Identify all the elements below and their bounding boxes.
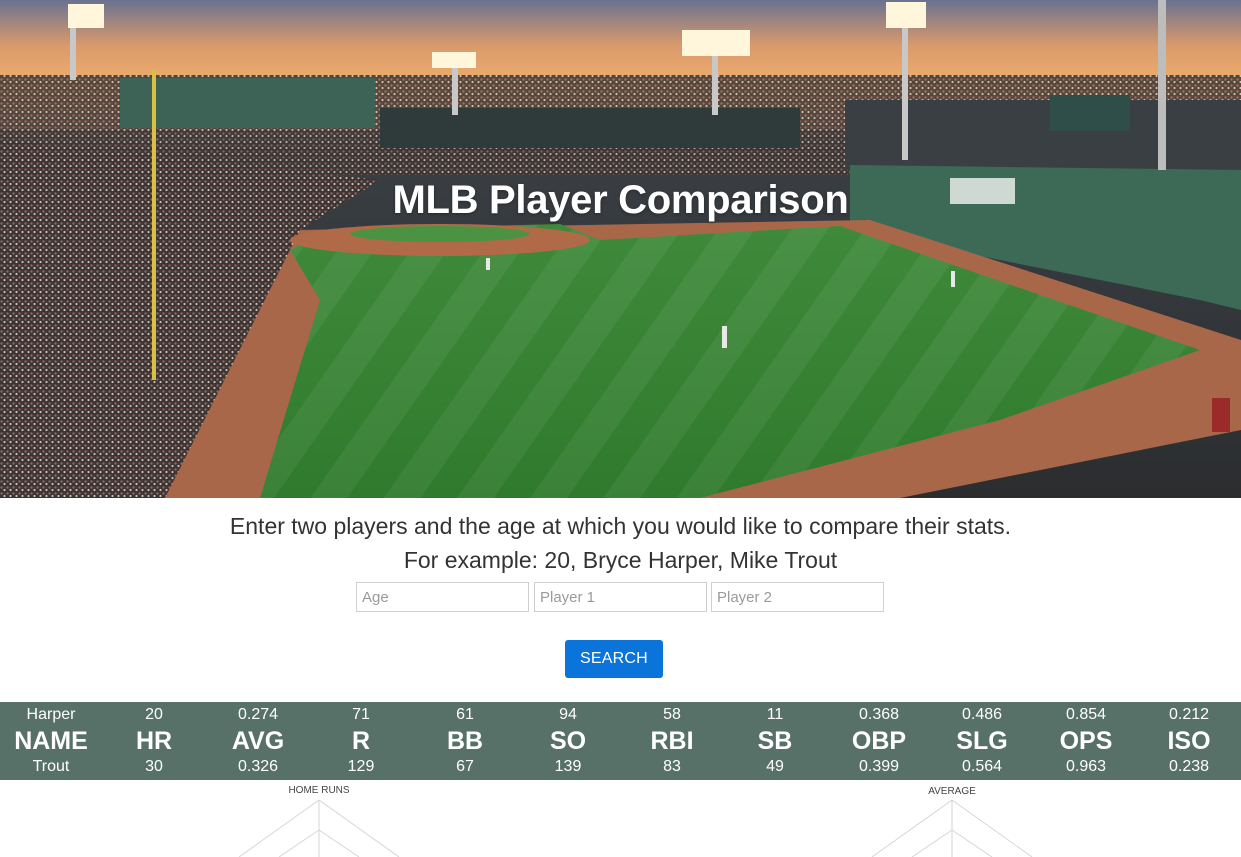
average-chart-label: AVERAGE [928, 786, 976, 797]
stat-header: HR [135, 727, 173, 755]
player1-stat-value: 20 [145, 706, 163, 723]
stat-header: AVG [231, 727, 285, 755]
stat-column-bb: 61 BB 67 [413, 702, 517, 780]
stat-column-hr: 20 HR 30 [102, 702, 206, 780]
stat-header: SLG [956, 727, 1008, 755]
player1-stat-value: 71 [352, 706, 370, 723]
age-input[interactable] [356, 582, 529, 612]
stat-header: R [351, 727, 371, 755]
player2-stat-value: 83 [663, 758, 681, 775]
stat-column-sb: 11 SB 49 [723, 702, 827, 780]
player2-stat-value: 67 [456, 758, 474, 775]
player2-stat-value: 129 [347, 758, 375, 775]
instructions-text: Enter two players and the age at which y… [229, 513, 1012, 539]
stat-column-avg: 0.274 AVG 0.326 [206, 702, 310, 780]
stats-comparison-band: Harper NAME Trout 20 HR 30 0.274 AVG 0.326 71 R 129… [0, 702, 1241, 780]
stat-column-ops: 0.854 OPS 0.963 [1034, 702, 1138, 780]
player2-stat-value: 0.399 [858, 758, 900, 775]
player2-stat-value: 0.238 [1168, 758, 1210, 775]
home-runs-chart-label: HOME RUNS [288, 785, 350, 796]
stat-column-iso: 0.212 ISO 0.238 [1137, 702, 1241, 780]
hero-banner: MLB Player Comparison [0, 0, 1241, 498]
player1-stat-value: 0.212 [1168, 706, 1210, 723]
player2-stat-value: 139 [554, 758, 582, 775]
stat-column-so: 94 SO 139 [516, 702, 620, 780]
stat-column-name: Harper NAME Trout [0, 702, 103, 780]
player1-stat-value: 0.274 [237, 706, 279, 723]
stat-header: BB [446, 727, 484, 755]
average-radar-chart [871, 800, 1033, 857]
player1-input[interactable] [534, 582, 707, 612]
player1-stat-value: 0.854 [1065, 706, 1107, 723]
page-title: MLB Player Comparison [392, 178, 849, 222]
player1-stat-value: Harper [26, 706, 76, 723]
player1-stat-value: 61 [456, 706, 474, 723]
stat-header: SB [757, 727, 793, 755]
stat-column-r: 71 R 129 [309, 702, 413, 780]
player1-stat-value: 0.486 [961, 706, 1003, 723]
player1-stat-value: 11 [766, 706, 784, 723]
stat-column-obp: 0.368 OBP 0.399 [827, 702, 931, 780]
stat-header: RBI [650, 727, 694, 755]
home-runs-radar-chart [238, 800, 400, 857]
player2-stat-value: 0.326 [237, 758, 279, 775]
player2-input[interactable] [711, 582, 884, 612]
player2-stat-value: 0.564 [961, 758, 1003, 775]
search-button[interactable]: SEARCH [565, 640, 663, 678]
stat-header: SO [549, 727, 587, 755]
player2-stat-value: 49 [766, 758, 784, 775]
example-text: For example: 20, Bryce Harper, Mike Trou… [403, 547, 838, 573]
stadium-background-image [0, 0, 1241, 498]
player2-stat-value: 30 [145, 758, 163, 775]
search-form [356, 582, 886, 612]
stat-column-rbi: 58 RBI 83 [620, 702, 724, 780]
stat-header: OPS [1059, 727, 1113, 755]
stat-header: OBP [851, 727, 907, 755]
player1-stat-value: 58 [663, 706, 681, 723]
stat-header: NAME [14, 727, 88, 755]
stat-header: ISO [1167, 727, 1211, 755]
player2-stat-value: Trout [32, 758, 70, 775]
player1-stat-value: 94 [559, 706, 577, 723]
player1-stat-value: 0.368 [858, 706, 900, 723]
player2-stat-value: 0.963 [1065, 758, 1107, 775]
stat-column-slg: 0.486 SLG 0.564 [930, 702, 1034, 780]
